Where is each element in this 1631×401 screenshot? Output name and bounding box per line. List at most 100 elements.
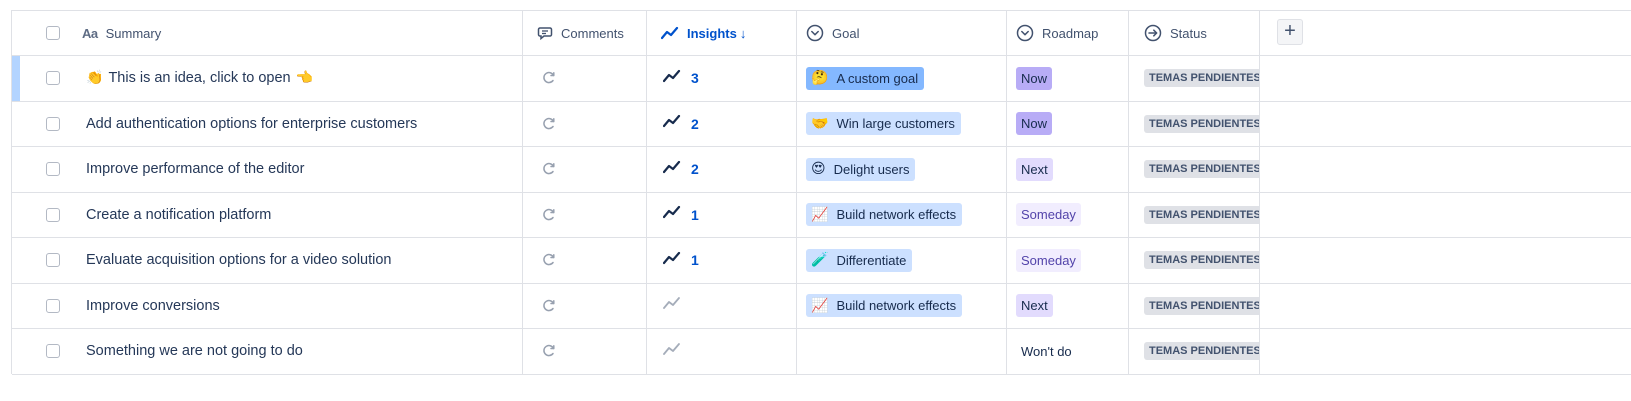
chevron-circle-icon (806, 24, 824, 42)
idea-summary[interactable]: Add authentication options for enterpris… (86, 116, 417, 132)
goal-cell[interactable]: 🧪 Differentiate (797, 238, 1007, 283)
empty-cell (1260, 193, 1631, 238)
goal-chip[interactable]: 🤝 Win large customers (806, 112, 961, 136)
summary-cell[interactable]: Add authentication options for enterpris… (78, 101, 523, 146)
roadmap-cell[interactable]: Next (1007, 283, 1129, 328)
add-comment-icon[interactable] (541, 116, 557, 132)
sort-descending-icon[interactable]: ↓ (740, 26, 747, 41)
status-cell[interactable]: TEMAS PENDIENTES (1129, 329, 1260, 374)
table-row[interactable]: Improve conversions 📈 Build network effec… (12, 283, 1631, 329)
table-row[interactable]: Evaluate acquisition options for a video… (12, 238, 1631, 284)
trend-line-icon (661, 26, 679, 40)
add-comment-icon[interactable] (541, 161, 557, 177)
comments-cell[interactable] (523, 147, 647, 192)
roadmap-cell[interactable]: Won't do (1007, 329, 1129, 374)
roadmap-cell[interactable]: Someday (1007, 192, 1129, 237)
column-header-goal[interactable]: Goal (797, 11, 1007, 55)
row-checkbox[interactable] (46, 71, 60, 86)
column-header-summary[interactable]: Aa Summary (78, 11, 523, 55)
comments-cell[interactable] (523, 283, 647, 328)
column-header-insights[interactable]: Insights ↓ (647, 11, 797, 55)
roadmap-cell[interactable]: Now (1007, 101, 1129, 146)
column-header-comments[interactable]: Comments (523, 11, 647, 55)
row-checkbox[interactable] (46, 253, 60, 268)
status-cell[interactable]: TEMAS PENDIENTES (1129, 147, 1260, 192)
trend-line-icon (663, 296, 681, 315)
insights-cell[interactable]: 2 (647, 101, 797, 146)
goal-cell[interactable]: 🤔 A custom goal (797, 56, 1007, 101)
roadmap-badge: Someday (1016, 203, 1081, 227)
comments-cell[interactable] (523, 238, 647, 283)
row-checkbox[interactable] (46, 116, 60, 131)
add-comment-icon[interactable] (541, 252, 557, 268)
comments-cell[interactable] (523, 329, 647, 374)
trend-line-icon (663, 342, 681, 361)
status-badge: TEMAS PENDIENTES (1144, 342, 1259, 361)
roadmap-badge: Now (1016, 66, 1053, 90)
comments-cell[interactable] (523, 101, 647, 146)
goal-chip[interactable]: 🧪 Differentiate (806, 248, 913, 272)
column-header-status[interactable]: Status (1129, 11, 1260, 55)
summary-cell[interactable]: 👏 This is an idea, click to open 👈 (78, 56, 523, 101)
add-comment-icon[interactable] (541, 70, 557, 86)
idea-summary[interactable]: Improve performance of the editor (86, 161, 304, 177)
goal-chip[interactable]: 📈 Build network effects (806, 203, 963, 227)
roadmap-cell[interactable]: Someday (1007, 238, 1129, 283)
add-comment-icon[interactable] (541, 207, 557, 223)
status-cell[interactable]: TEMAS PENDIENTES (1129, 192, 1260, 237)
row-checkbox[interactable] (46, 162, 60, 177)
table-row[interactable]: Add authentication options for enterpris… (12, 101, 1631, 147)
insights-cell[interactable]: 3 (647, 56, 797, 101)
summary-cell[interactable]: Something we are not going to do (78, 329, 523, 374)
insights-cell[interactable] (647, 283, 797, 328)
roadmap-cell[interactable]: Next (1007, 147, 1129, 192)
goal-chip[interactable]: 📈 Build network effects (806, 294, 963, 318)
comments-cell[interactable] (523, 56, 647, 101)
goal-cell[interactable]: 📈 Build network effects (797, 192, 1007, 237)
row-checkbox[interactable] (46, 207, 60, 222)
add-column-button[interactable]: + (1277, 18, 1303, 45)
summary-cell[interactable]: Improve conversions (78, 283, 523, 328)
status-cell[interactable]: TEMAS PENDIENTES (1129, 56, 1260, 101)
table-row[interactable]: Create a notification platform 1 📈 Build … (12, 192, 1631, 238)
row-checkbox[interactable] (46, 344, 60, 359)
row-select-cell (12, 56, 78, 101)
idea-summary[interactable]: Create a notification platform (86, 207, 271, 223)
status-cell[interactable]: TEMAS PENDIENTES (1129, 283, 1260, 328)
goal-cell[interactable]: 😍 Delight users (797, 147, 1007, 192)
idea-summary[interactable]: Something we are not going to do (86, 343, 303, 359)
summary-cell[interactable]: Create a notification platform (78, 192, 523, 237)
summary-cell[interactable]: Improve performance of the editor (78, 147, 523, 192)
row-checkbox[interactable] (46, 298, 60, 313)
idea-summary[interactable]: Evaluate acquisition options for a video… (86, 252, 392, 268)
insights-cell[interactable]: 1 (647, 238, 797, 283)
row-select-cell (12, 147, 78, 192)
table-row[interactable]: 👏 This is an idea, click to open 👈 3 🤔 A … (12, 56, 1631, 102)
insights-cell[interactable] (647, 329, 797, 374)
idea-summary[interactable]: This is an idea, click to open (108, 70, 290, 86)
status-cell[interactable]: TEMAS PENDIENTES (1129, 238, 1260, 283)
select-all-checkbox[interactable] (46, 26, 60, 40)
summary-cell[interactable]: Evaluate acquisition options for a video… (78, 238, 523, 283)
row-select-cell (12, 329, 78, 374)
status-cell[interactable]: TEMAS PENDIENTES (1129, 101, 1260, 146)
table-row[interactable]: Improve performance of the editor 2 😍 Del… (12, 147, 1631, 193)
goal-chip[interactable]: 🤔 A custom goal (806, 66, 925, 90)
goal-chip[interactable]: 😍 Delight users (806, 157, 916, 181)
column-label: Summary (105, 25, 162, 41)
insights-cell[interactable]: 1 (647, 192, 797, 237)
goal-label: A custom goal (836, 70, 919, 86)
insights-cell[interactable]: 2 (647, 147, 797, 192)
goal-cell[interactable]: 🤝 Win large customers (797, 101, 1007, 146)
goal-cell[interactable]: 📈 Build network effects (797, 283, 1007, 328)
roadmap-cell[interactable]: Now (1007, 56, 1129, 101)
table-row[interactable]: Something we are not going to do Won't d… (12, 329, 1631, 375)
add-column-cell: + (1260, 11, 1631, 55)
comments-cell[interactable] (523, 192, 647, 237)
column-header-roadmap[interactable]: Roadmap (1007, 11, 1129, 55)
goal-cell[interactable] (797, 329, 1007, 374)
add-comment-icon[interactable] (541, 298, 557, 314)
idea-summary[interactable]: Improve conversions (86, 298, 220, 314)
roadmap-badge: Someday (1016, 248, 1081, 272)
add-comment-icon[interactable] (541, 343, 557, 359)
